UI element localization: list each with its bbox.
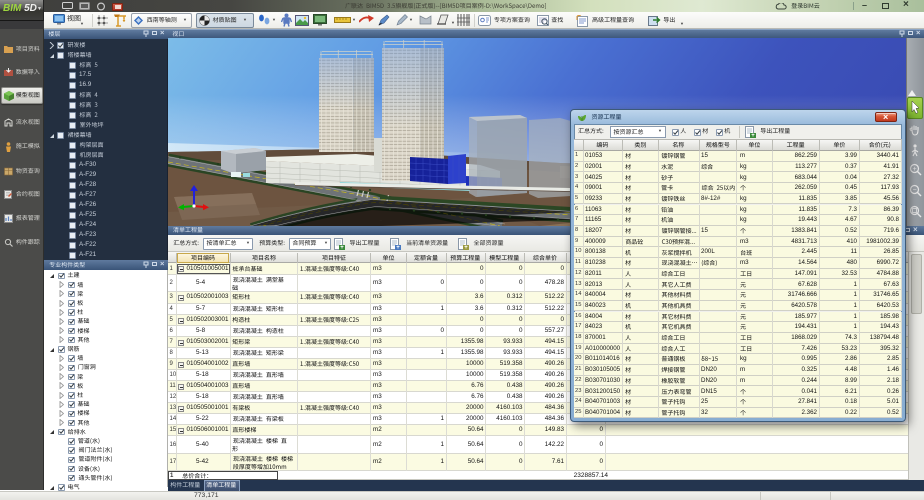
svg-text:−: −: [912, 187, 916, 194]
svg-text:+: +: [912, 166, 916, 173]
